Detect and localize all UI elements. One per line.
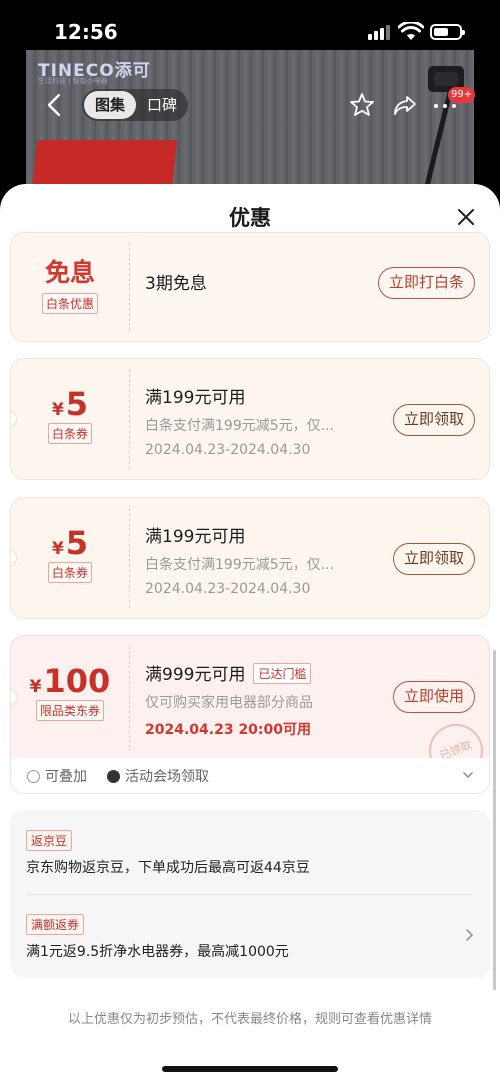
coupon-card: ¥5 白条券 满199元可用 白条支付满199元减5元，仅... 2024.04…: [10, 497, 490, 619]
coupon-footer[interactable]: 可叠加 活动会场领取: [10, 758, 490, 794]
rebate-text: 京东购物返京豆，下单成功后最高可返44京豆: [26, 860, 310, 876]
battery-icon: [430, 24, 465, 40]
stackable-note: 可叠加: [27, 766, 87, 786]
coupon-amount: ¥5: [51, 524, 89, 562]
rebate-jingdou: 返京豆 京东购物返京豆，下单成功后最高可返44京豆: [26, 830, 310, 877]
cart-count-badge: 99+: [448, 87, 476, 103]
threshold-reached-badge: 已达门槛: [253, 663, 312, 684]
rebate-coupon[interactable]: 满额返券 满1元返9.5折净水电器券，最高减1000元: [26, 914, 289, 961]
use-baitiao-button[interactable]: 立即打白条: [377, 267, 475, 299]
gallery-tabs: 图集 口碑: [82, 89, 188, 121]
coupon-tag: 白条优惠: [41, 293, 98, 314]
coupon-card: ¥100 限品类东券 满999元可用 已达门槛 仅可购买家用电器部分商品 2024…: [10, 635, 490, 759]
coupon-tag: 限品类东券: [35, 700, 104, 721]
coupon-date: 2024.04.23-2024.04.30: [145, 581, 311, 597]
coupon-date: 2024.04.23-2024.04.30: [145, 442, 311, 458]
disclaimer-text: 以上优惠仅为初步预估，不代表最终价格，规则可查看优惠详情: [67, 1012, 432, 1027]
brand-tagline: 生活科技 | 智能小电器: [38, 77, 108, 85]
claim-coupon-button[interactable]: 立即领取: [392, 543, 475, 575]
close-icon[interactable]: [455, 206, 477, 228]
use-coupon-button[interactable]: 立即使用: [392, 681, 475, 713]
tab-gallery[interactable]: 图集: [84, 91, 136, 119]
favorite-star-icon[interactable]: [349, 92, 375, 118]
status-bar: 12:56: [0, 0, 500, 50]
sheet-title: 优惠: [229, 206, 271, 230]
coupon-amount: ¥100: [29, 662, 111, 700]
offers-list[interactable]: 免息 白条优惠 3期免息 立即打白条 ¥5 白条券 满199元可用 白条支付满1…: [0, 232, 500, 1082]
coupon-title: 3期免息: [145, 274, 207, 294]
coupon-title: 满999元可用 已达门槛: [145, 660, 313, 685]
scrollbar[interactable]: [493, 650, 496, 990]
claim-coupon-button[interactable]: 立即领取: [392, 404, 475, 436]
coupon-tag: 白条券: [47, 562, 92, 583]
cellular-signal-icon: [368, 24, 392, 40]
claimed-stamp: 已领取: [420, 715, 489, 758]
coupon-card: 免息 白条优惠 3期免息 立即打白条: [10, 232, 490, 342]
stack-icon: [27, 770, 40, 783]
coupon-tag: 白条券: [47, 423, 92, 444]
chevron-right-icon[interactable]: [464, 928, 474, 942]
rebate-text: 满1元返9.5折净水电器券，最高减1000元: [26, 944, 289, 960]
back-arrow-icon[interactable]: [40, 90, 70, 120]
rebate-panel: 返京豆 京东购物返京豆，下单成功后最高可返44京豆 满额返券 满1元返9.5折净…: [10, 810, 490, 978]
coupon-card: ¥5 白条券 满199元可用 白条支付满199元减5元，仅... 2024.04…: [10, 358, 490, 480]
coupon-desc: 仅可购买家用电器部分商品: [145, 695, 313, 711]
coupon-desc: 白条支付满199元减5元，仅...: [145, 418, 334, 434]
status-time: 12:56: [54, 20, 118, 44]
vacuum-image: [423, 66, 464, 192]
venue-icon: [107, 770, 120, 783]
coupon-date: 2024.04.23 20:00可用: [145, 722, 312, 738]
chevron-down-icon[interactable]: [463, 770, 473, 780]
coupon-label: 免息: [44, 258, 95, 287]
rebate-tag: 返京豆: [26, 830, 73, 851]
coupon-amount: ¥5: [51, 385, 89, 423]
coupon-desc: 白条支付满199元减5元，仅...: [145, 557, 334, 573]
offers-sheet: 优惠 免息 白条优惠 3期免息 立即打白条 ¥5 白条券 满199元可用 白条支…: [0, 184, 500, 1082]
wifi-icon: [398, 22, 424, 40]
venue-note: 活动会场领取: [107, 766, 209, 786]
home-indicator[interactable]: [162, 1066, 338, 1072]
tab-reviews[interactable]: 口碑: [138, 91, 186, 119]
share-icon[interactable]: [392, 92, 418, 118]
rebate-tag: 满额返券: [26, 914, 85, 935]
coupon-title: 满199元可用: [145, 388, 246, 408]
coupon-title: 满199元可用: [145, 527, 246, 547]
